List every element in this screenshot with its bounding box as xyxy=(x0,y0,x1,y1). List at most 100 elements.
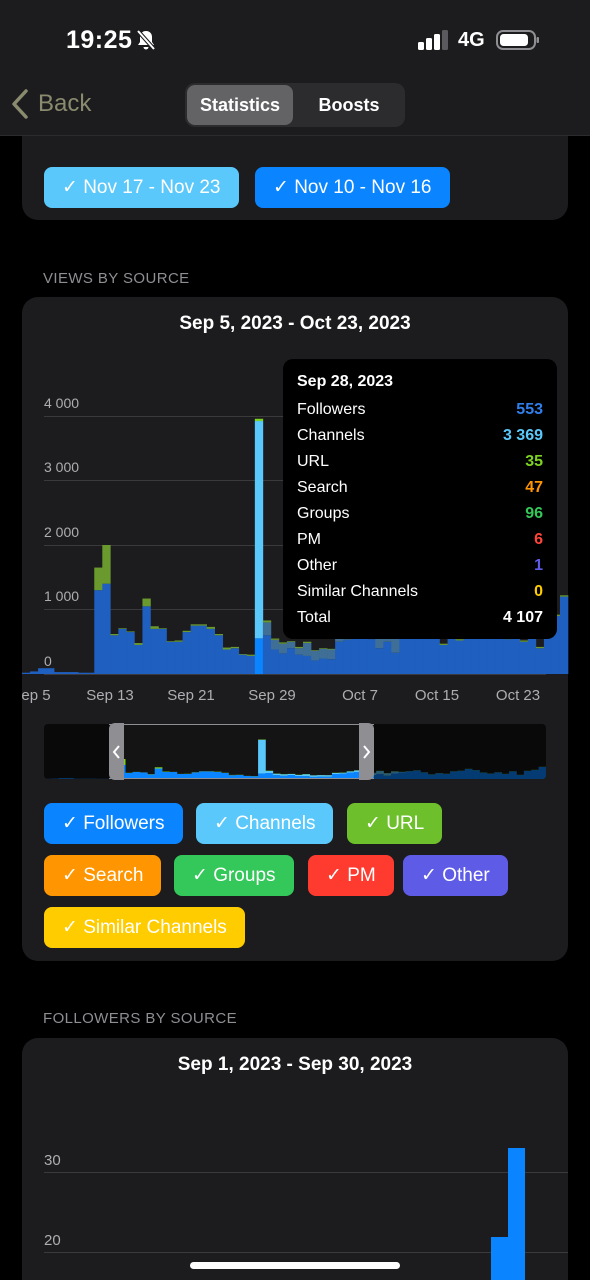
period-chip-nov17[interactable]: ✓ Nov 17 - Nov 23 xyxy=(44,167,239,208)
bar-channels xyxy=(391,636,400,653)
bar-followers xyxy=(102,583,111,674)
bar-url xyxy=(230,646,240,649)
bar-url xyxy=(110,634,119,636)
bar-url xyxy=(94,567,103,591)
tooltip-row-search: Search 47 xyxy=(297,475,543,501)
bar-followers xyxy=(118,628,127,674)
tab-boosts[interactable]: Boosts xyxy=(295,85,403,125)
bar-followers xyxy=(158,628,167,674)
bar-followers xyxy=(142,606,151,674)
bar-followers xyxy=(166,641,175,674)
bar-url xyxy=(118,628,127,629)
bar-followers xyxy=(246,655,256,674)
bar-channels xyxy=(262,622,272,636)
bar-followers xyxy=(262,635,272,674)
bar-url xyxy=(190,624,199,626)
legend-chip-search[interactable]: ✓ Search xyxy=(44,855,162,896)
chevron-right-icon xyxy=(363,744,371,759)
bar-url xyxy=(303,641,312,644)
range-handle-left[interactable] xyxy=(109,723,124,780)
x-tick-label: Oct 7 xyxy=(342,687,378,704)
tooltip-rows: Followers 553 Channels 3 369 URL 35 Search 4… xyxy=(297,397,543,631)
legend-chip-similar-channels[interactable]: ✓ Similar Channels xyxy=(44,907,245,948)
bar-followers xyxy=(295,654,304,674)
followers-bar xyxy=(491,1237,508,1280)
bar-url xyxy=(182,630,191,633)
bar-url xyxy=(246,654,256,656)
bar-url xyxy=(327,648,336,650)
bar-url xyxy=(262,620,272,623)
bar-followers xyxy=(30,671,39,674)
x-tick-label: Sep 29 xyxy=(248,687,296,704)
navigation-bar: Back Statistics Boosts xyxy=(0,80,590,136)
back-button[interactable]: Back xyxy=(10,88,91,120)
cellular-signal-icon xyxy=(418,30,448,50)
bar-url xyxy=(150,626,159,629)
tooltip-label: Followers xyxy=(297,401,366,418)
legend-chip-channels[interactable]: ✓ Channels xyxy=(196,803,334,844)
bar-url xyxy=(455,639,464,641)
bar-followers xyxy=(455,640,464,674)
bar-url xyxy=(102,545,111,584)
bar-channels xyxy=(319,648,328,659)
bar-url xyxy=(166,641,175,642)
minimap-window[interactable] xyxy=(109,724,374,779)
bar-url xyxy=(142,598,151,607)
bar-followers xyxy=(22,672,31,674)
tooltip-label: Other xyxy=(297,557,338,574)
bar-followers xyxy=(391,652,400,674)
bar-followers xyxy=(94,590,103,674)
tab-statistics[interactable]: Statistics xyxy=(187,85,293,125)
legend-chip-followers[interactable]: ✓ Followers xyxy=(44,803,183,844)
tooltip-row-channels: Channels 3 369 xyxy=(297,423,543,449)
bar-followers xyxy=(198,625,207,674)
tooltip-row-url: URL 35 xyxy=(297,449,543,475)
bar-followers xyxy=(270,649,280,674)
bar-followers xyxy=(150,628,159,674)
bar-url xyxy=(559,595,569,597)
tooltip-row-pm: PM 6 xyxy=(297,527,543,553)
grid-line xyxy=(44,1172,568,1173)
tooltip-value: 96 xyxy=(525,505,543,522)
chart-tooltip: Sep 28, 2023 Followers 553 Channels 3 369 … xyxy=(283,359,557,639)
period-chip-nov10[interactable]: ✓ Nov 10 - Nov 16 xyxy=(255,167,450,208)
bar-channels xyxy=(303,643,312,656)
bar-followers xyxy=(62,672,71,674)
tooltip-value: 35 xyxy=(525,453,543,470)
bar-url xyxy=(295,646,304,649)
bar-followers xyxy=(303,655,312,674)
bar-followers xyxy=(503,639,513,674)
tooltip-row-similar: Similar Channels 0 xyxy=(297,579,543,605)
legend-chip-groups[interactable]: ✓ Groups xyxy=(174,855,294,896)
bar-followers xyxy=(343,639,352,674)
bar-channels xyxy=(286,641,296,649)
bar-followers xyxy=(78,672,87,674)
tooltip-value: 1 xyxy=(534,557,543,574)
bar-followers xyxy=(70,672,79,674)
y-tick-label: 20 xyxy=(44,1232,61,1249)
minimap-dim-left xyxy=(44,724,109,779)
back-label: Back xyxy=(38,90,92,117)
bar-url xyxy=(198,624,207,626)
legend-chip-url[interactable]: ✓ URL xyxy=(347,803,443,844)
bar-followers xyxy=(535,648,545,674)
bar-url xyxy=(238,654,248,655)
status-time: 19:25 xyxy=(66,26,133,54)
bar-followers xyxy=(399,638,408,674)
bar-followers xyxy=(54,672,63,674)
tooltip-label: PM xyxy=(297,531,321,548)
range-handle-right[interactable] xyxy=(359,723,374,780)
bar-followers xyxy=(190,625,199,674)
bar-followers xyxy=(214,635,224,674)
bar-followers xyxy=(182,632,191,674)
bar-followers xyxy=(38,668,47,674)
bar-url xyxy=(270,638,280,640)
bar-followers xyxy=(46,668,55,674)
chevron-left-icon xyxy=(112,744,120,759)
bar-followers xyxy=(319,658,328,674)
legend-chip-pm[interactable]: ✓ PM xyxy=(308,855,394,896)
legend-chip-other[interactable]: ✓ Other xyxy=(403,855,508,896)
bar-followers xyxy=(519,641,529,674)
bar-followers xyxy=(286,648,296,674)
bar-url xyxy=(535,646,545,649)
